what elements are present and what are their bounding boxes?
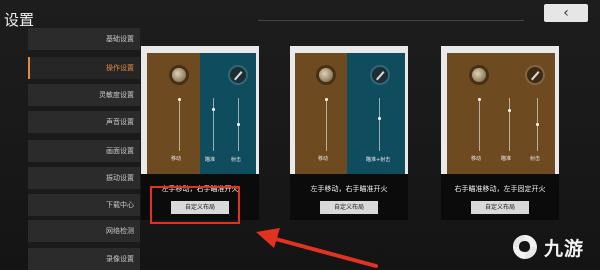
fire-label: 射击	[530, 156, 541, 162]
layout-preview: 移动 瞄准 射击	[441, 46, 559, 174]
sidebar-item-label: 声音设置	[106, 118, 134, 126]
aim-fire-label: 瞄准+射击	[366, 157, 391, 163]
sidebar-item-replay[interactable]: 录像设置	[28, 248, 140, 270]
settings-screen: 设置 ‹ 基础设置 操作设置 灵敏度设置 声音设置 画面设置 振动设置 下载中心…	[0, 0, 600, 270]
move-slider-handle	[325, 98, 328, 101]
aim-slider-handle	[212, 108, 215, 111]
sidebar-item-network[interactable]: 网络检测	[28, 220, 140, 242]
move-label: 移动	[471, 156, 482, 162]
layout-footer: 右手瞄准移动，左手固定开火 自定义布局	[441, 174, 559, 220]
highlight-box	[150, 186, 240, 224]
page-title: 设置	[4, 11, 35, 29]
sidebar-item-label: 操作设置	[106, 64, 134, 72]
joystick-icon	[172, 68, 186, 82]
joystick-icon	[472, 68, 486, 82]
layout-card-2[interactable]: 移动 瞄准+射击 左手移动，右手瞄准开火 自定义布局	[290, 46, 408, 220]
sidebar-item-sound[interactable]: 声音设置	[28, 111, 140, 133]
sidebar-item-controls[interactable]: 操作设置	[28, 57, 140, 79]
sidebar-item-label: 网络检测	[106, 227, 134, 235]
aim-slider-track	[509, 98, 510, 151]
layout-preview: 移动 瞄准 射击	[141, 46, 259, 174]
fire-label: 射击	[231, 157, 242, 163]
custom-layout-button[interactable]: 自定义布局	[320, 201, 378, 214]
watermark-text: 九游	[544, 238, 585, 260]
joystick-icon	[319, 68, 333, 82]
move-slider-track	[179, 98, 180, 151]
aim-fire-slider-track	[379, 98, 380, 151]
fire-button-icon	[527, 67, 543, 83]
sidebar-item-graphics[interactable]: 画面设置	[28, 140, 140, 162]
move-label: 移动	[318, 156, 329, 162]
sidebar-item-basic[interactable]: 基础设置	[28, 28, 140, 50]
fire-slider-handle	[536, 123, 539, 126]
full-zone: 移动 瞄准 射击	[447, 53, 555, 174]
sidebar-item-label: 振动设置	[106, 174, 134, 182]
annotation-arrow-icon	[256, 228, 378, 268]
left-hand-zone: 移动	[295, 53, 347, 174]
custom-layout-button[interactable]: 自定义布局	[471, 201, 529, 214]
layout-footer: 左手移动，右手瞄准开火 自定义布局	[290, 174, 408, 220]
right-hand-zone: 瞄准+射击	[347, 53, 405, 174]
aim-label: 瞄准	[501, 156, 512, 162]
layout-card-3[interactable]: 移动 瞄准 射击 右手瞄准移动，左手固定开火 自定义布局	[441, 46, 559, 220]
sidebar-item-label: 画面设置	[106, 147, 134, 155]
layout-preview: 移动 瞄准+射击	[290, 46, 408, 174]
left-hand-zone: 移动	[147, 53, 200, 174]
move-slider-handle	[478, 98, 481, 101]
aim-slider-track	[213, 98, 214, 151]
fire-button-icon	[230, 67, 246, 83]
right-hand-zone: 瞄准 射击	[200, 53, 256, 174]
aim-label: 瞄准	[205, 157, 216, 163]
move-slider-handle	[178, 98, 181, 101]
sidebar-item-vibration[interactable]: 振动设置	[28, 167, 140, 189]
top-divider	[258, 6, 524, 21]
fire-button-icon	[372, 67, 388, 83]
sidebar-item-downloads[interactable]: 下载中心	[28, 194, 140, 216]
fire-slider-handle	[237, 123, 240, 126]
sidebar-item-label: 录像设置	[106, 255, 134, 263]
watermark: 九游	[508, 230, 596, 264]
layout-caption: 左手移动，右手瞄准开火	[310, 185, 388, 193]
layout-caption: 右手瞄准移动，左手固定开火	[454, 185, 546, 193]
move-slider-track	[479, 98, 480, 151]
sidebar-item-label: 灵敏度设置	[99, 91, 134, 99]
aim-fire-slider-handle	[378, 117, 381, 120]
aim-slider-handle	[508, 109, 511, 112]
settings-sidebar: 基础设置 操作设置 灵敏度设置 声音设置 画面设置 振动设置 下载中心 网络检测…	[28, 28, 140, 270]
sidebar-item-label: 基础设置	[106, 35, 134, 43]
jiuyou-logo-icon	[513, 235, 537, 259]
sidebar-item-sensitivity[interactable]: 灵敏度设置	[28, 84, 140, 106]
back-arrow-icon: ‹	[563, 5, 569, 21]
sidebar-item-label: 下载中心	[106, 201, 134, 209]
move-label: 移动	[171, 156, 182, 162]
back-button[interactable]: ‹	[544, 4, 588, 22]
move-slider-track	[326, 98, 327, 151]
